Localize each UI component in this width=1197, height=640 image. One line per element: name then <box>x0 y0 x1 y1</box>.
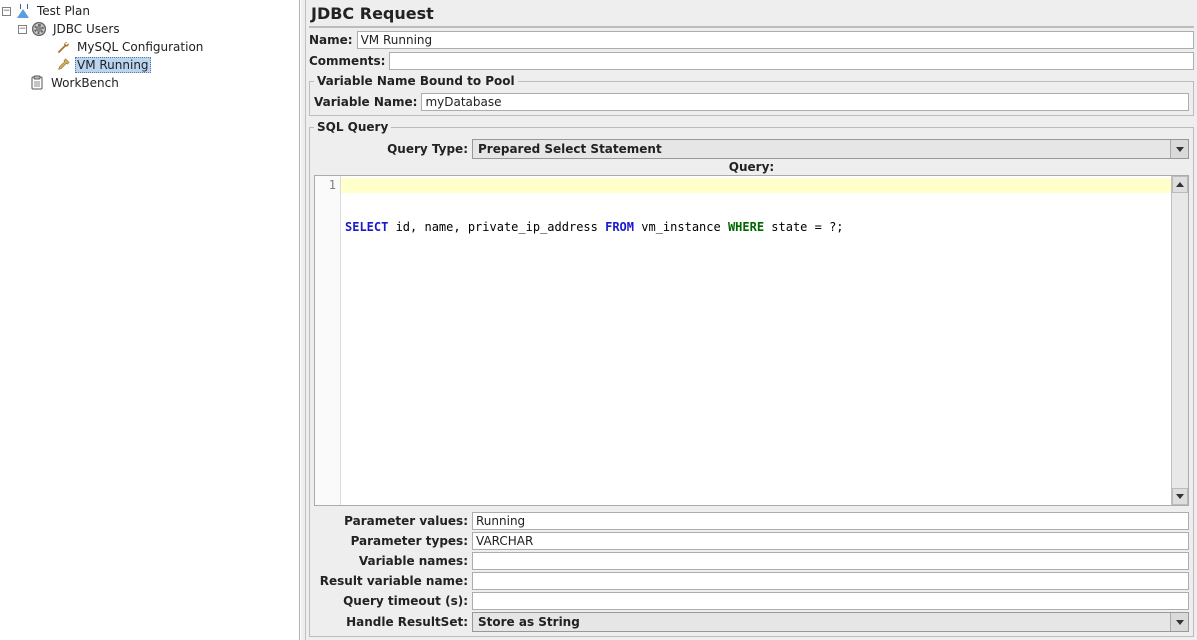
app-root: − Test Plan − JDBC Users MySQL Configura… <box>0 0 1197 640</box>
handle-resultset-value: Store as String <box>473 613 1170 631</box>
tree-node-mysql-config[interactable]: MySQL Configuration <box>2 38 297 56</box>
variable-names-row: Variable names: <box>314 552 1189 570</box>
editor-gutter: 1 <box>315 176 341 505</box>
code-table: vm_instance <box>634 220 728 234</box>
tree-node-vm-running[interactable]: VM Running <box>2 56 297 74</box>
pool-fieldset: Variable Name Bound to Pool Variable Nam… <box>309 74 1194 116</box>
tree-label: Test Plan <box>35 4 92 18</box>
variable-name-row: Variable Name: <box>314 93 1189 111</box>
query-type-value: Prepared Select Statement <box>473 140 1170 158</box>
result-variable-row: Result variable name: <box>314 572 1189 590</box>
sql-editor[interactable]: 1 SELECT id, name, private_ip_address FR… <box>314 175 1189 506</box>
tree-node-test-plan[interactable]: − Test Plan <box>2 2 297 20</box>
tree-node-workbench[interactable]: WorkBench <box>2 74 297 92</box>
tree-expander-icon[interactable]: − <box>2 7 11 16</box>
content-panel: JDBC Request Name: Comments: Variable Na… <box>306 0 1197 640</box>
param-grid: Parameter values: Parameter types: Varia… <box>314 510 1189 632</box>
parameter-types-input[interactable] <box>472 532 1189 550</box>
editor-scrollbar[interactable] <box>1171 176 1188 505</box>
tree-label: MySQL Configuration <box>75 40 205 54</box>
parameter-types-label: Parameter types: <box>314 534 472 548</box>
query-timeout-label: Query timeout (s): <box>314 594 472 608</box>
comments-input[interactable] <box>389 52 1194 70</box>
pool-legend: Variable Name Bound to Pool <box>314 74 518 88</box>
tree-leaf-spacer <box>16 79 25 88</box>
tree-leaf-spacer <box>42 43 51 52</box>
code-fields: id, name, private_ip_address <box>388 220 605 234</box>
current-line-highlight <box>341 178 1171 193</box>
query-header-label: Query: <box>314 159 1189 175</box>
sql-fieldset: SQL Query Query Type: Prepared Select St… <box>309 120 1194 637</box>
tree-leaf-spacer <box>42 61 51 70</box>
variable-names-label: Variable names: <box>314 554 472 568</box>
tree-panel[interactable]: − Test Plan − JDBC Users MySQL Configura… <box>0 0 300 640</box>
comments-label: Comments: <box>309 54 389 68</box>
flask-icon <box>15 3 31 19</box>
code-line: SELECT id, name, private_ip_address FROM… <box>345 220 1167 234</box>
parameter-values-row: Parameter values: <box>314 512 1189 530</box>
clipboard-icon <box>29 75 45 91</box>
kw-from: FROM <box>605 220 634 234</box>
handle-resultset-label: Handle ResultSet: <box>314 615 472 629</box>
scroll-up-icon[interactable] <box>1172 176 1188 193</box>
variable-name-input[interactable] <box>421 93 1189 111</box>
handle-resultset-row: Handle ResultSet: Store as String <box>314 612 1189 632</box>
parameter-values-label: Parameter values: <box>314 514 472 528</box>
tree-expander-icon[interactable]: − <box>18 25 27 34</box>
chevron-down-icon[interactable] <box>1170 613 1188 631</box>
variable-names-input[interactable] <box>472 552 1189 570</box>
name-label: Name: <box>309 33 357 47</box>
name-input[interactable] <box>357 31 1194 49</box>
tree-label: WorkBench <box>49 76 121 90</box>
chevron-down-icon[interactable] <box>1170 140 1188 158</box>
query-type-combo[interactable]: Prepared Select Statement <box>472 139 1189 159</box>
tree-node-jdbc-users[interactable]: − JDBC Users <box>2 20 297 38</box>
query-timeout-input[interactable] <box>472 592 1189 610</box>
handle-resultset-combo[interactable]: Store as String <box>472 612 1189 632</box>
query-type-row: Query Type: Prepared Select Statement <box>314 139 1189 159</box>
variable-name-label: Variable Name: <box>314 95 421 109</box>
editor-code[interactable]: SELECT id, name, private_ip_address FROM… <box>341 176 1171 505</box>
tree-label: JDBC Users <box>51 22 122 36</box>
name-row: Name: <box>309 31 1194 49</box>
panel-title: JDBC Request <box>309 0 1194 28</box>
dropper-icon <box>55 57 71 73</box>
query-timeout-row: Query timeout (s): <box>314 592 1189 610</box>
query-type-label: Query Type: <box>314 142 472 156</box>
result-variable-input[interactable] <box>472 572 1189 590</box>
result-variable-label: Result variable name: <box>314 574 472 588</box>
wrench-icon <box>55 39 71 55</box>
scroll-down-icon[interactable] <box>1172 488 1188 505</box>
parameter-values-input[interactable] <box>472 512 1189 530</box>
sql-legend: SQL Query <box>314 120 391 134</box>
parameter-types-row: Parameter types: <box>314 532 1189 550</box>
kw-select: SELECT <box>345 220 388 234</box>
tree-label: VM Running <box>75 57 151 73</box>
comments-row: Comments: <box>309 52 1194 70</box>
kw-where: WHERE <box>728 220 764 234</box>
code-rest: state = ?; <box>764 220 843 234</box>
gutter-line-number: 1 <box>315 178 336 192</box>
gear-icon <box>31 21 47 37</box>
